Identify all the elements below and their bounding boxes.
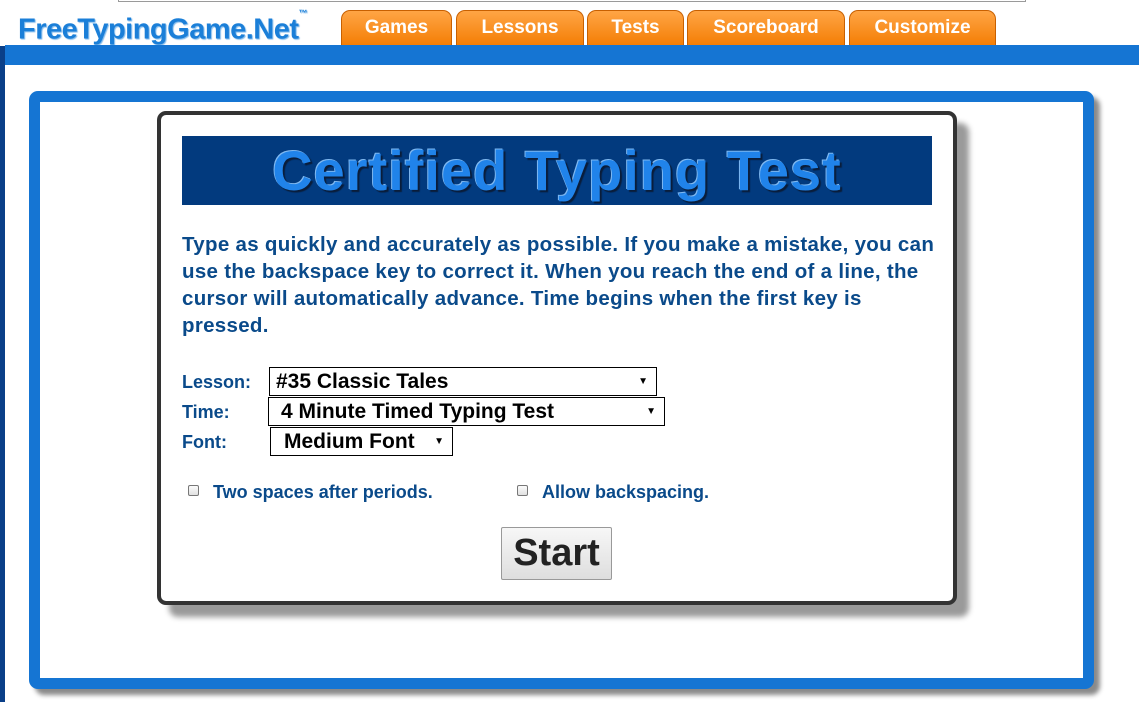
triangle-down-icon: ▼ (434, 436, 444, 447)
allow-backspacing-checkbox[interactable] (517, 485, 528, 496)
two-spaces-checkbox[interactable] (188, 485, 199, 496)
font-select[interactable]: Medium Font ▼ (270, 427, 453, 456)
triangle-down-icon: ▼ (646, 406, 656, 417)
tab-games[interactable]: Games (341, 10, 452, 45)
title-banner: Certified Typing Test (182, 136, 932, 205)
tab-label: Lessons (481, 17, 559, 38)
font-label: Font: (182, 432, 227, 452)
tab-label: Games (364, 17, 429, 38)
tab-label: Customize (874, 17, 971, 38)
header-blue-bar (5, 45, 1139, 65)
tab-customize[interactable]: Customize (849, 10, 996, 45)
trademark-mark: ™ (298, 8, 308, 18)
time-select-value: 4 Minute Timed Typing Test (281, 399, 555, 423)
logo-text: FreeTypingGame.Net (18, 13, 299, 46)
font-select-value: Medium Font (284, 429, 415, 453)
lesson-select[interactable]: #35 Classic Tales ▼ (269, 367, 657, 396)
page-title: Certified Typing Test (272, 138, 842, 202)
search-bar-edge (118, 0, 1026, 2)
start-button-label: Start (513, 532, 600, 574)
tab-lessons[interactable]: Lessons (456, 10, 584, 45)
start-button[interactable]: Start (501, 527, 612, 580)
tab-tests[interactable]: Tests (587, 10, 684, 45)
tab-label: Tests (611, 17, 660, 38)
lesson-label: Lesson: (182, 372, 252, 392)
tab-label: Scoreboard (713, 17, 819, 38)
left-stripe (0, 46, 5, 702)
time-label: Time: (182, 402, 230, 422)
site-logo[interactable]: FreeTypingGame.Net™ (18, 8, 308, 47)
lesson-select-value: #35 Classic Tales (276, 369, 449, 393)
time-select[interactable]: 4 Minute Timed Typing Test ▼ (268, 397, 665, 426)
two-spaces-label: Two spaces after periods. (213, 482, 433, 502)
tab-scoreboard[interactable]: Scoreboard (687, 10, 845, 45)
triangle-down-icon: ▼ (638, 376, 648, 387)
allow-backspacing-label: Allow backspacing. (542, 482, 710, 502)
instructions-text: Type as quickly and accurately as possib… (182, 233, 935, 337)
